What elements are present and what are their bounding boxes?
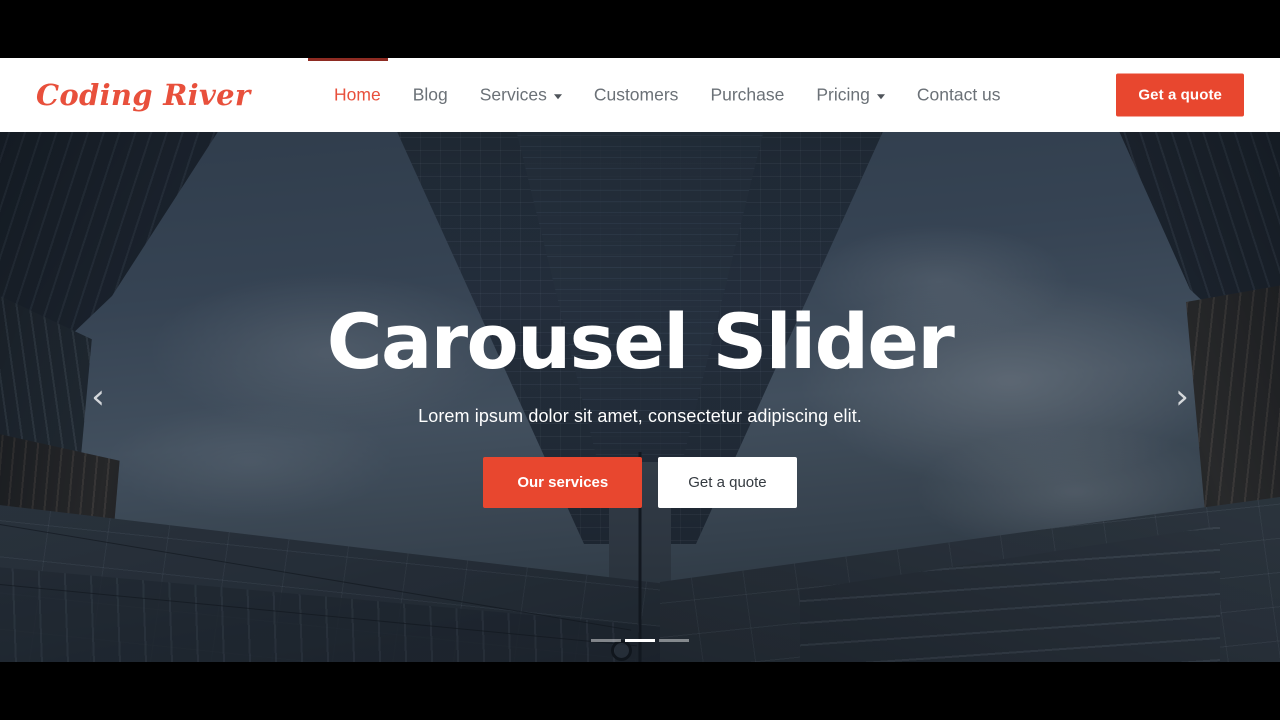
nav-item-services-label: Services [479,84,547,105]
nav-item-pricing-label: Pricing [816,84,870,105]
carousel-indicator-1[interactable] [591,639,621,642]
letterbox-top [0,0,1280,58]
nav-item-services[interactable]: Services [464,86,578,104]
web-page: Coding River Home Blog Services Customer… [0,58,1280,662]
nav-item-customers[interactable]: Customers [578,86,695,104]
header-get-a-quote-button[interactable]: Get a quote [1116,73,1244,117]
letterbox-bottom [0,662,1280,720]
nav-item-pricing[interactable]: Pricing [800,86,901,104]
nav-item-home[interactable]: Home [318,86,397,104]
main-navigation: Home Blog Services Customers Purchase Pr… [318,86,1017,104]
carousel-indicators [591,639,689,642]
navbar-inner: Coding River Home Blog Services Customer… [0,58,1280,132]
hero-carousel: Carousel Slider Lorem ipsum dolor sit am… [0,132,1280,662]
nav-item-blog[interactable]: Blog [397,86,464,104]
carousel-next-icon[interactable]: › [1158,373,1206,421]
nav-item-contact-us[interactable]: Contact us [901,86,1017,104]
chevron-down-icon [876,94,885,99]
nav-item-contact-us-label: Contact us [916,84,1001,105]
nav-item-purchase-label: Purchase [710,84,785,105]
hero-subtitle: Lorem ipsum dolor sit amet, consectetur … [418,406,862,426]
nav-item-purchase[interactable]: Purchase [694,86,800,104]
hero-button-group: Our services Get a quote [483,457,797,508]
carousel-indicator-2[interactable] [625,639,655,642]
carousel-prev-icon[interactable]: ‹ [74,373,122,421]
hero-content: Carousel Slider Lorem ipsum dolor sit am… [0,132,1280,662]
nav-item-customers-label: Customers [593,84,679,105]
carousel-indicator-3[interactable] [659,639,689,642]
site-header: Coding River Home Blog Services Customer… [0,58,1280,132]
brand-logo[interactable]: Coding River [36,78,250,112]
chevron-down-icon [553,94,562,99]
nav-item-home-label: Home [334,84,381,105]
active-nav-indicator-strip [308,58,388,61]
nav-item-blog-label: Blog [412,84,448,105]
our-services-button[interactable]: Our services [483,457,643,508]
hero-get-a-quote-button[interactable]: Get a quote [658,457,797,508]
hero-title: Carousel Slider [326,297,955,386]
screenshot-viewport: Coding River Home Blog Services Customer… [0,0,1280,720]
